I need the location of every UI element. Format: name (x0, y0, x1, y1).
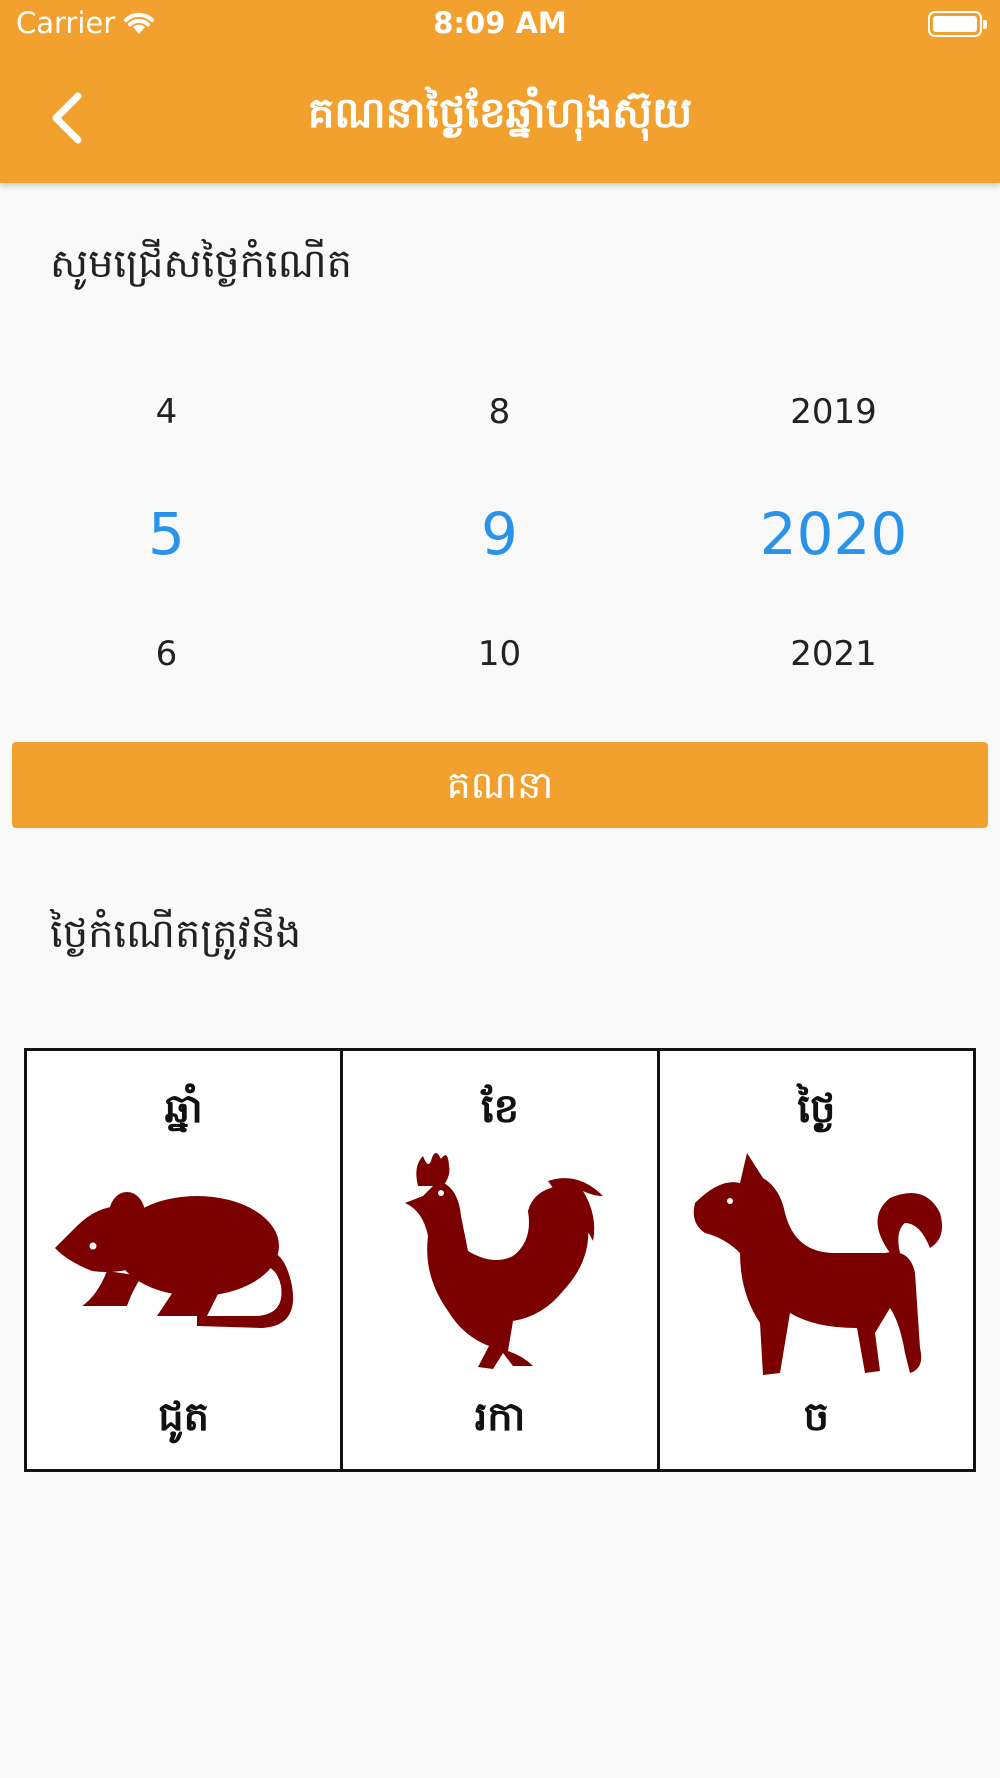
day-picker-column[interactable]: 4 5 6 (0, 350, 333, 700)
rat-icon (55, 1192, 294, 1328)
day-prev-option[interactable]: 4 (0, 392, 333, 432)
day-animal-name: ច (803, 1394, 830, 1440)
day-result-card: ថ្ងៃ ច (659, 1051, 973, 1469)
zodiac-result-table: ឆ្នាំ ជូត ខែ រកា ថ្ងៃ ច (24, 1048, 976, 1472)
date-picker[interactable]: 4 5 6 8 9 10 2019 2020 2021 (0, 350, 1000, 700)
status-time: 8:09 AM (433, 6, 567, 40)
page-title: គណនាថ្ងៃខែឆ្នាំហុងស៊ុយ (307, 88, 693, 137)
year-next-option[interactable]: 2021 (667, 634, 1000, 674)
day-next-option[interactable]: 6 (0, 634, 333, 674)
day-heading: ថ្ងៃ (797, 1086, 836, 1132)
app-bar: Carrier 8:09 AM គណនាថ្ងៃខែឆ្នាំហុងស៊ុយ (0, 0, 1000, 183)
month-result-card: ខែ រកា (343, 1051, 660, 1469)
month-picker-column[interactable]: 8 9 10 (333, 350, 666, 700)
month-selected-option[interactable]: 9 (333, 500, 666, 568)
month-next-option[interactable]: 10 (333, 634, 666, 674)
result-label: ថ្ងៃកំណើតត្រូវនឹង (50, 911, 302, 957)
battery-icon (928, 11, 987, 37)
dog-icon (693, 1153, 942, 1375)
calculate-button[interactable]: គណនា (12, 742, 988, 828)
year-picker-column[interactable]: 2019 2020 2021 (667, 350, 1000, 700)
year-result-card: ឆ្នាំ ជូត (27, 1051, 344, 1469)
status-bar: Carrier 8:09 AM (0, 0, 1000, 50)
day-selected-option[interactable]: 5 (0, 500, 333, 568)
year-animal-name: ជូត (158, 1394, 210, 1440)
year-prev-option[interactable]: 2019 (667, 392, 1000, 432)
select-birthdate-label: សូមជ្រើសថ្ងៃកំណើត (50, 241, 352, 287)
rooster-icon (405, 1152, 604, 1369)
month-prev-option[interactable]: 8 (333, 392, 666, 432)
month-animal-name: រកា (474, 1394, 526, 1440)
year-heading: ឆ្នាំ (164, 1086, 203, 1132)
year-selected-option[interactable]: 2020 (667, 500, 1000, 568)
month-heading: ខែ (480, 1086, 520, 1132)
